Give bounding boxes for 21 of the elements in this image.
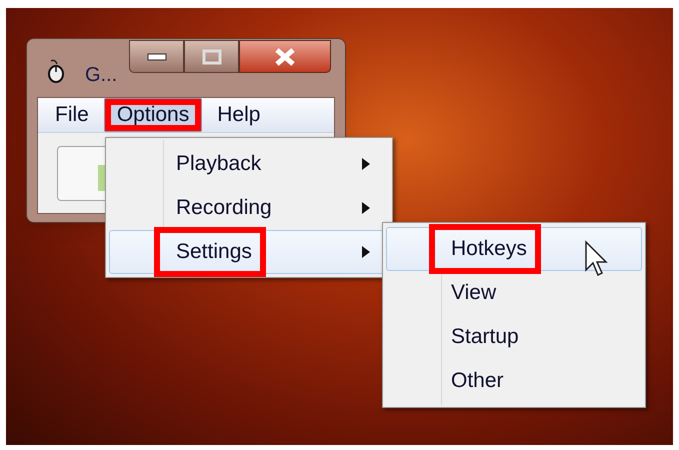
mouse-icon — [45, 59, 67, 83]
menu-item[interactable]: Other — [386, 359, 642, 403]
menu-item[interactable]: View — [386, 271, 642, 315]
maximize-button[interactable] — [184, 40, 239, 73]
submenu-arrow-icon — [362, 246, 370, 258]
close-icon — [274, 48, 296, 66]
menu-item[interactable]: Recording — [109, 186, 389, 230]
minimize-button[interactable] — [129, 40, 184, 73]
maximize-icon — [202, 48, 222, 64]
menu-bar-item[interactable]: Options — [104, 98, 202, 132]
menu-item[interactable]: Playback — [109, 142, 389, 186]
window-title: G... — [85, 63, 118, 88]
menu-bar-item[interactable]: File — [42, 98, 102, 132]
cursor-icon — [584, 240, 608, 278]
submenu-arrow-icon — [362, 202, 370, 214]
submenu-arrow-icon — [362, 158, 370, 170]
menu-bar-item[interactable]: Help — [204, 98, 274, 132]
minimize-icon — [146, 52, 166, 60]
menu-item[interactable]: Hotkeys — [386, 227, 642, 271]
menu-item[interactable]: Startup — [386, 315, 642, 359]
close-button[interactable] — [239, 40, 331, 73]
